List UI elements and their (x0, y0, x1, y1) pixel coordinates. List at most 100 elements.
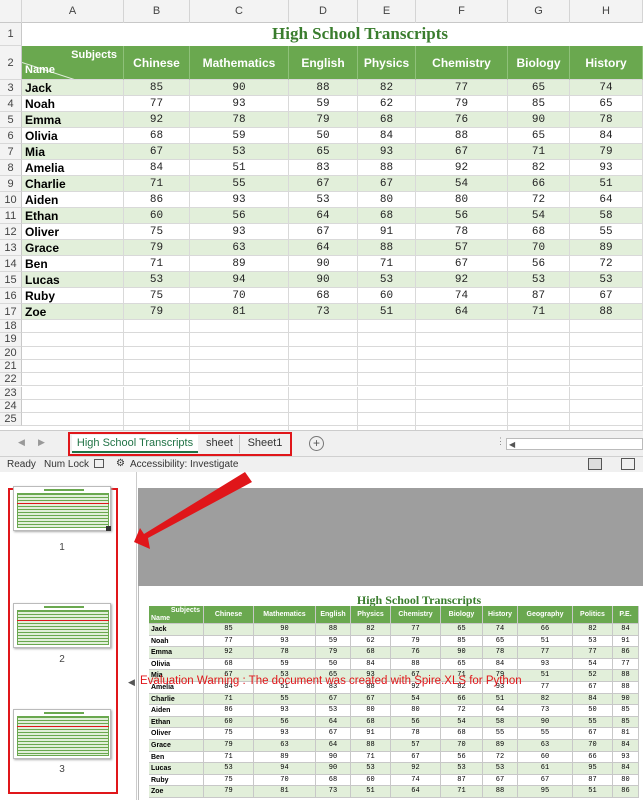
add-sheet-button[interactable]: + (309, 436, 324, 451)
row-number[interactable]: 20 (0, 346, 22, 360)
score-cell[interactable]: 68 (289, 288, 358, 304)
score-cell[interactable]: 92 (124, 112, 190, 128)
normal-view-icon[interactable] (588, 458, 602, 470)
empty-cell[interactable] (124, 373, 190, 387)
score-cell[interactable]: 88 (416, 128, 508, 144)
row-number[interactable]: 22 (0, 373, 22, 387)
score-cell[interactable]: 67 (124, 144, 190, 160)
empty-cell[interactable] (289, 320, 358, 334)
score-cell[interactable]: 90 (508, 112, 570, 128)
score-cell[interactable]: 68 (508, 224, 570, 240)
empty-cell[interactable] (190, 373, 289, 387)
score-cell[interactable]: 72 (508, 192, 570, 208)
empty-cell[interactable] (22, 413, 124, 427)
empty-cell[interactable] (124, 413, 190, 427)
score-cell[interactable]: 57 (416, 240, 508, 256)
empty-cell[interactable] (570, 346, 643, 360)
name-cell[interactable]: Ben (22, 256, 124, 272)
score-cell[interactable]: 93 (190, 96, 289, 112)
score-cell[interactable]: 88 (289, 80, 358, 96)
empty-cell[interactable] (190, 413, 289, 427)
score-cell[interactable]: 63 (190, 240, 289, 256)
page-layout-view-icon[interactable] (621, 458, 635, 470)
name-cell[interactable]: Emma (22, 112, 124, 128)
tab-high-school-transcripts[interactable]: High School Transcripts (72, 435, 198, 453)
empty-cell[interactable] (358, 333, 416, 347)
row-number[interactable]: 12 (0, 224, 22, 240)
column-letter-f[interactable]: F (416, 0, 508, 23)
empty-cell[interactable] (289, 399, 358, 414)
score-cell[interactable]: 65 (508, 80, 570, 96)
score-cell[interactable]: 64 (289, 240, 358, 256)
score-cell[interactable]: 67 (358, 176, 416, 192)
score-cell[interactable]: 53 (358, 272, 416, 288)
empty-cell[interactable] (358, 373, 416, 387)
accessibility-icon[interactable]: ⚙ (116, 458, 125, 469)
tab-splitter-dots[interactable]: ⋮ (496, 436, 505, 451)
score-cell[interactable]: 53 (289, 192, 358, 208)
score-cell[interactable]: 56 (508, 256, 570, 272)
empty-cell[interactable] (289, 346, 358, 360)
name-cell[interactable]: Lucas (22, 272, 124, 288)
empty-cell[interactable] (508, 373, 570, 387)
name-cell[interactable]: Oliver (22, 224, 124, 240)
score-cell[interactable]: 92 (416, 160, 508, 176)
empty-cell[interactable] (190, 359, 289, 374)
score-cell[interactable]: 93 (570, 160, 643, 176)
empty-cell[interactable] (416, 413, 508, 427)
empty-cell[interactable] (570, 359, 643, 374)
row-number[interactable]: 8 (0, 160, 22, 176)
score-cell[interactable]: 75 (124, 288, 190, 304)
score-cell[interactable]: 78 (190, 112, 289, 128)
score-cell[interactable]: 59 (190, 128, 289, 144)
empty-cell[interactable] (508, 333, 570, 347)
sheet-grid[interactable]: High School Transcripts Subjects Name Chin… (22, 23, 643, 430)
empty-cell[interactable] (508, 413, 570, 427)
row-number[interactable]: 3 (0, 80, 22, 96)
macro-record-icon[interactable] (94, 459, 104, 468)
score-cell[interactable]: 85 (508, 96, 570, 112)
score-cell[interactable]: 75 (124, 224, 190, 240)
score-cell[interactable]: 90 (289, 272, 358, 288)
empty-cell[interactable] (358, 386, 416, 400)
score-cell[interactable]: 68 (124, 128, 190, 144)
row-number[interactable]: 17 (0, 304, 22, 320)
score-cell[interactable]: 83 (289, 160, 358, 176)
score-cell[interactable]: 88 (358, 160, 416, 176)
empty-cell[interactable] (190, 333, 289, 347)
score-cell[interactable]: 79 (124, 240, 190, 256)
score-cell[interactable]: 72 (570, 256, 643, 272)
empty-cell[interactable] (508, 359, 570, 374)
score-cell[interactable]: 67 (289, 176, 358, 192)
column-letter-h[interactable]: H (570, 0, 643, 23)
row-number[interactable]: 15 (0, 272, 22, 288)
score-cell[interactable]: 80 (416, 192, 508, 208)
score-cell[interactable]: 73 (289, 304, 358, 320)
row-number[interactable]: 23 (0, 386, 22, 400)
tab-sheet1[interactable]: Sheet1 (242, 435, 288, 453)
empty-cell[interactable] (124, 320, 190, 334)
row-number[interactable]: 13 (0, 240, 22, 256)
empty-cell[interactable] (190, 399, 289, 414)
score-cell[interactable]: 79 (289, 112, 358, 128)
score-cell[interactable]: 79 (124, 304, 190, 320)
score-cell[interactable]: 64 (289, 208, 358, 224)
row-number[interactable]: 4 (0, 96, 22, 112)
empty-cell[interactable] (570, 320, 643, 334)
score-cell[interactable]: 86 (124, 192, 190, 208)
row-number[interactable]: 7 (0, 144, 22, 160)
score-cell[interactable]: 91 (358, 224, 416, 240)
empty-cell[interactable] (124, 399, 190, 414)
empty-cell[interactable] (416, 346, 508, 360)
row-number[interactable]: 21 (0, 359, 22, 374)
row-number[interactable]: 1 (0, 23, 22, 46)
score-cell[interactable]: 78 (416, 224, 508, 240)
score-cell[interactable]: 77 (124, 96, 190, 112)
score-cell[interactable]: 71 (124, 256, 190, 272)
score-cell[interactable]: 65 (289, 144, 358, 160)
score-cell[interactable]: 56 (190, 208, 289, 224)
score-cell[interactable]: 88 (570, 304, 643, 320)
score-cell[interactable]: 93 (190, 192, 289, 208)
score-cell[interactable]: 84 (358, 128, 416, 144)
score-cell[interactable]: 71 (508, 304, 570, 320)
